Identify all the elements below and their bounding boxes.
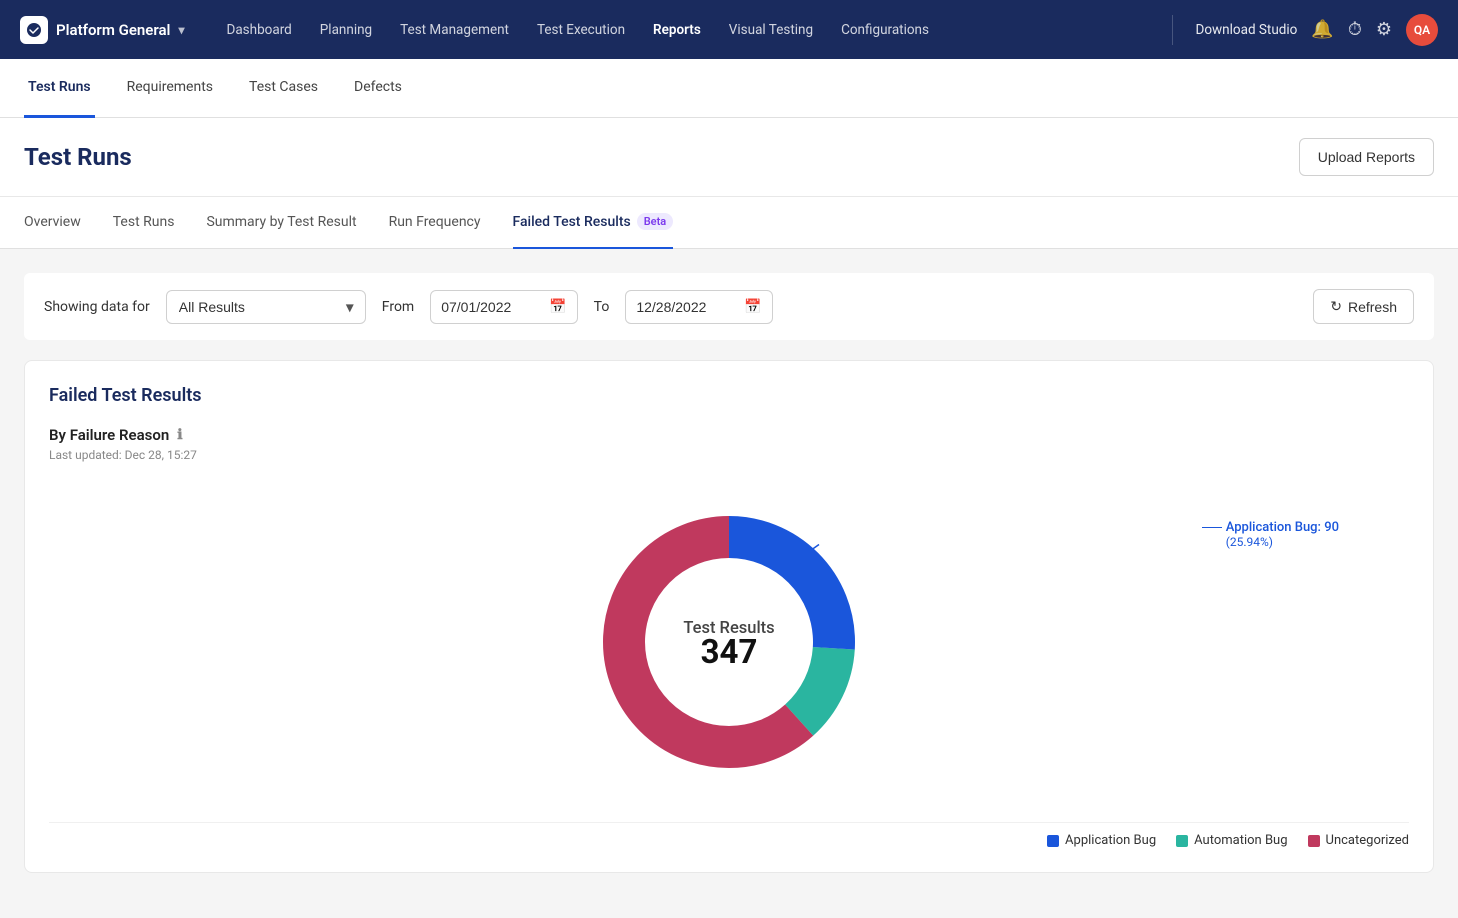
- sub-tab-test-runs[interactable]: Test Runs: [24, 59, 95, 118]
- chart-card: Failed Test Results By Failure Reason ℹ …: [24, 360, 1434, 873]
- download-studio-link[interactable]: Download Studio: [1195, 22, 1297, 38]
- page-title: Test Runs: [24, 143, 132, 171]
- tab-run-frequency[interactable]: Run Frequency: [389, 197, 481, 249]
- chart-header: By Failure Reason ℹ Last updated: Dec 28…: [49, 426, 1409, 462]
- tab-test-runs[interactable]: Test Runs: [113, 197, 175, 249]
- last-updated: Last updated: Dec 28, 15:27: [49, 448, 1409, 462]
- annotation-dot: [780, 567, 786, 573]
- top-nav: Platform General ▾ Dashboard Planning Te…: [0, 0, 1458, 59]
- refresh-button[interactable]: ↻ Refresh: [1313, 289, 1414, 324]
- to-label: To: [594, 299, 610, 315]
- section-title: Failed Test Results: [49, 385, 1409, 406]
- legend-label-automation: Automation Bug: [1194, 833, 1287, 848]
- donut-chart-svg: Test Results 347: [579, 492, 879, 792]
- sub-nav: Test Runs Requirements Test Cases Defect…: [0, 59, 1458, 118]
- to-date-input-wrapper[interactable]: 📅: [625, 290, 772, 324]
- legend-automation: Automation Bug: [1176, 833, 1287, 848]
- settings-icon[interactable]: ⚙: [1376, 19, 1392, 40]
- chart-subtitle: By Failure Reason ℹ: [49, 426, 1409, 444]
- sub-tab-defects[interactable]: Defects: [350, 59, 406, 118]
- to-calendar-icon: 📅: [744, 299, 761, 315]
- results-filter-wrapper: All Results Passed Failed: [166, 290, 366, 324]
- chart-legend: Application Bug Automation Bug Uncategor…: [49, 822, 1409, 848]
- legend-label-appbug: Application Bug: [1065, 833, 1156, 848]
- tab-failed-test-results[interactable]: Failed Test Results Beta: [513, 197, 674, 249]
- nav-test-execution[interactable]: Test Execution: [525, 16, 637, 44]
- legend-uncategorized: Uncategorized: [1308, 833, 1409, 848]
- donut-center-value: 347: [701, 633, 758, 672]
- from-label: From: [382, 299, 414, 315]
- brand-chevron: ▾: [178, 23, 184, 37]
- refresh-icon: ↻: [1330, 298, 1342, 315]
- annotation-label: Application Bug: 90: [1226, 520, 1339, 535]
- sub-tab-requirements[interactable]: Requirements: [123, 59, 217, 118]
- nav-configurations[interactable]: Configurations: [829, 16, 941, 44]
- upload-reports-button[interactable]: Upload Reports: [1299, 138, 1434, 176]
- nav-right: Download Studio 🔔 ⏱ ⚙ QA: [1164, 14, 1438, 46]
- legend-dot-appbug: [1047, 835, 1059, 847]
- legend-label-uncategorized: Uncategorized: [1326, 833, 1409, 848]
- legend-dot-uncategorized: [1308, 835, 1320, 847]
- chart-annotation: Application Bug: 90 (25.94%): [1202, 520, 1339, 549]
- donut-chart-container: Test Results 347 Application Bug: 90 (25…: [49, 472, 1409, 812]
- info-icon[interactable]: ℹ: [177, 427, 182, 443]
- history-icon[interactable]: ⏱: [1348, 19, 1362, 40]
- nav-planning[interactable]: Planning: [308, 16, 384, 44]
- nav-divider: [1172, 15, 1173, 45]
- showing-label: Showing data for: [44, 299, 150, 315]
- nav-links: Dashboard Planning Test Management Test …: [214, 16, 1164, 44]
- notifications-icon[interactable]: 🔔: [1311, 19, 1333, 40]
- tab-summary-by-test-result[interactable]: Summary by Test Result: [206, 197, 356, 249]
- legend-appbug: Application Bug: [1047, 833, 1156, 848]
- page-header: Test Runs Upload Reports: [0, 118, 1458, 197]
- brand-name: Platform General: [56, 21, 170, 39]
- brand-icon: [20, 16, 48, 44]
- content-nav: Overview Test Runs Summary by Test Resul…: [0, 197, 1458, 249]
- nav-visual-testing[interactable]: Visual Testing: [717, 16, 825, 44]
- beta-badge: Beta: [637, 213, 674, 230]
- user-avatar[interactable]: QA: [1406, 14, 1438, 46]
- main-content: Showing data for All Results Passed Fail…: [0, 249, 1458, 897]
- refresh-label: Refresh: [1348, 299, 1397, 315]
- from-calendar-icon: 📅: [549, 299, 566, 315]
- nav-test-management[interactable]: Test Management: [388, 16, 521, 44]
- nav-dashboard[interactable]: Dashboard: [214, 16, 303, 44]
- brand-logo[interactable]: Platform General ▾: [20, 16, 184, 44]
- legend-dot-automation: [1176, 835, 1188, 847]
- chart-title-text: By Failure Reason: [49, 426, 169, 444]
- from-date-input-wrapper[interactable]: 📅: [430, 290, 577, 324]
- to-date-input[interactable]: [636, 299, 736, 315]
- nav-reports[interactable]: Reports: [641, 16, 713, 44]
- annotation-sub: (25.94%): [1202, 535, 1339, 549]
- results-filter-select[interactable]: All Results Passed Failed: [166, 290, 366, 324]
- filter-bar: Showing data for All Results Passed Fail…: [24, 273, 1434, 340]
- tab-failed-label: Failed Test Results: [513, 214, 631, 230]
- tab-overview[interactable]: Overview: [24, 197, 81, 249]
- sub-tab-test-cases[interactable]: Test Cases: [245, 59, 322, 118]
- from-date-input[interactable]: [441, 299, 541, 315]
